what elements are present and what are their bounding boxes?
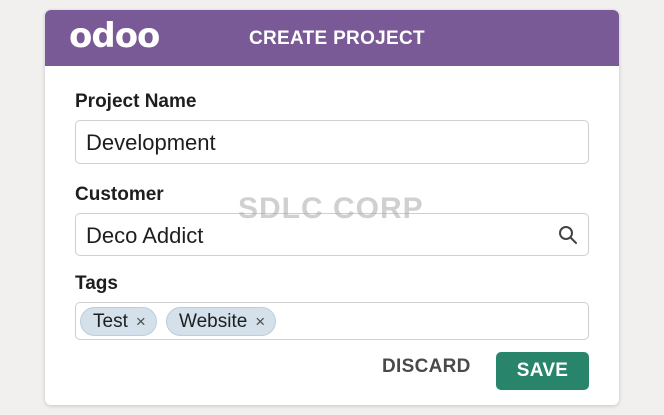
tag-label: Website: [179, 310, 248, 332]
create-project-dialog: odoo CREATE PROJECT Project Name Develop…: [45, 10, 619, 405]
tag-label: Test: [93, 310, 128, 332]
project-name-value: Development: [86, 130, 216, 155]
discard-button[interactable]: DISCARD: [382, 356, 471, 378]
tags-label: Tags: [75, 273, 118, 294]
dialog-header: odoo CREATE PROJECT: [45, 10, 619, 66]
watermark-text: SDLC CORP: [238, 192, 424, 225]
project-name-label: Project Name: [75, 91, 197, 112]
odoo-logo: odoo: [69, 16, 160, 56]
customer-value: Deco Addict: [86, 223, 204, 248]
save-button[interactable]: SAVE: [496, 352, 589, 390]
tag-remove-icon[interactable]: ×: [255, 313, 265, 330]
project-name-input[interactable]: Development: [75, 120, 589, 164]
tag-website: Website ×: [166, 307, 277, 336]
tag-test: Test ×: [80, 307, 157, 336]
customer-label: Customer: [75, 184, 164, 205]
tag-remove-icon[interactable]: ×: [136, 313, 146, 330]
dialog-title: CREATE PROJECT: [249, 28, 425, 49]
search-icon[interactable]: [558, 225, 578, 245]
tags-input[interactable]: Test × Website ×: [75, 302, 589, 340]
